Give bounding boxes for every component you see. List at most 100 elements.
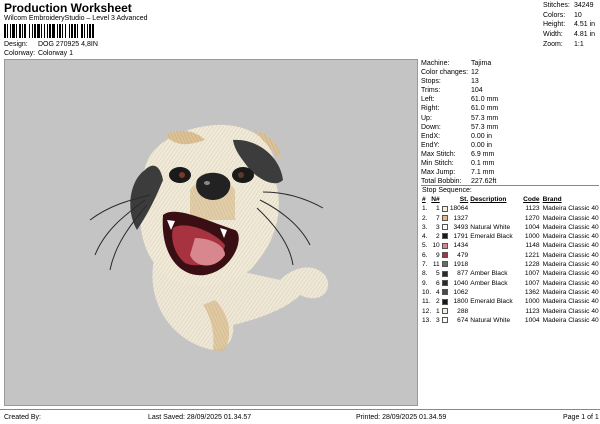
colorway-value: Colorway 1	[37, 50, 73, 57]
color-swatch-cell	[441, 241, 450, 250]
machine-info-value: 61.0 mm	[471, 96, 499, 104]
thread-description	[470, 251, 522, 260]
row-number: 1.	[422, 205, 428, 213]
machine-info-label: Up:	[421, 114, 432, 122]
machine-info-label: EndX:	[421, 132, 441, 140]
thread-code: 1362	[524, 288, 540, 296]
needle-number: 11	[432, 261, 440, 269]
row-number: 5.	[422, 242, 428, 250]
stitch-count: 1800	[453, 298, 469, 306]
needle-number: 6	[436, 279, 440, 287]
stat-value: 1:1	[574, 40, 584, 48]
col-header-needle: N#	[431, 196, 440, 203]
thread-description	[470, 241, 522, 250]
table-row: 1. 1 18064 1123 Madeira Classic 40	[421, 204, 599, 213]
design-preview-canvas	[4, 59, 418, 406]
panel-divider	[421, 185, 599, 186]
stitch-count: 674	[457, 316, 469, 324]
stitch-count: 877	[457, 270, 469, 278]
colorway-row: Colorway: Colorway 1	[4, 50, 73, 57]
machine-info-row: Max Stitch: 6.9 mm	[421, 150, 599, 159]
machine-info-row: Left: 61.0 mm	[421, 95, 599, 104]
machine-info-row: Trims: 104	[421, 86, 599, 95]
stitch-count: 479	[457, 251, 469, 259]
col-header-code: Code	[523, 196, 540, 203]
machine-info-label: Trims:	[421, 87, 441, 95]
color-swatch	[441, 307, 448, 314]
table-row: 3. 3 3493 Natural White 1004 Madeira Classic …	[421, 223, 599, 232]
machine-info-value: Tajima	[471, 60, 492, 67]
machine-info-label: Stops:	[421, 78, 441, 86]
design-row: Design: DOG 270925 4,8IN	[4, 41, 98, 48]
machine-info-label: Left:	[421, 96, 435, 104]
color-swatch	[441, 279, 448, 286]
row-number: 2.	[422, 214, 428, 222]
thread-brand: Madeira Classic 40	[542, 270, 599, 278]
thread-brand: Madeira Classic 40	[542, 223, 599, 231]
worksheet-header: Production Worksheet Wilcom EmbroiderySt…	[0, 0, 600, 58]
thread-brand: Madeira Classic 40	[542, 261, 599, 269]
machine-info-value: 7.1 mm	[471, 169, 495, 177]
created-by: Created By:	[4, 414, 41, 421]
needle-number: 5	[436, 270, 440, 278]
row-number: 9.	[422, 279, 428, 287]
color-swatch-cell	[441, 307, 450, 316]
thread-code: 1228	[524, 261, 540, 269]
row-number: 8.	[422, 270, 428, 278]
thread-description: Natural White	[470, 223, 511, 231]
color-swatch-cell	[441, 251, 450, 260]
design-value: DOG 270925 4,8IN	[37, 41, 98, 48]
color-swatch	[441, 317, 448, 324]
color-swatch	[441, 252, 448, 259]
table-row: 10. 4 1062 1362 Madeira Classic 40	[421, 288, 599, 297]
stat-row: Stitches: 34249	[543, 2, 599, 12]
thread-brand: Madeira Classic 40	[542, 214, 599, 222]
thread-description: Emerald Black	[470, 298, 513, 306]
stop-sequence-title: Stop Sequence:	[422, 187, 472, 194]
thread-code: 1004	[524, 223, 540, 231]
design-stats: Stitches: 34249 Colors: 10 Height: 4.51 in Wid…	[543, 2, 599, 50]
machine-info-value: 0.1 mm	[471, 160, 495, 168]
color-swatch-cell	[441, 204, 450, 213]
stat-row: Height: 4.51 in	[543, 21, 599, 31]
machine-info-row: Min Stitch: 0.1 mm	[421, 159, 599, 168]
color-swatch-cell	[441, 214, 450, 223]
row-number: 13.	[422, 316, 432, 324]
color-swatch	[441, 214, 448, 221]
thread-brand: Madeira Classic 40	[542, 205, 599, 213]
col-header-stitches: St.	[459, 196, 469, 203]
stat-label: Height:	[543, 21, 566, 29]
thread-code: 1000	[524, 298, 540, 306]
machine-info-value: 13	[471, 78, 479, 86]
dog-embroidery-preview	[89, 124, 329, 352]
row-number: 7.	[422, 261, 428, 269]
color-swatch-cell	[441, 288, 450, 297]
stitch-count: 288	[457, 307, 469, 315]
machine-info-value: 12	[471, 69, 479, 77]
machine-info-label: Down:	[421, 123, 441, 131]
needle-number: 3	[436, 316, 440, 324]
thread-brand: Madeira Classic 40	[542, 279, 599, 287]
thread-brand: Madeira Classic 40	[542, 298, 599, 306]
table-row: 8. 5 877 Amber Black 1007 Madeira Classic 40	[421, 269, 599, 278]
thread-description: Natural White	[470, 316, 511, 324]
thread-brand: Madeira Classic 40	[542, 233, 599, 241]
machine-info-label: Max Stitch:	[421, 150, 456, 158]
printed-date: Printed: 28/09/2025 01.34.59	[356, 414, 447, 421]
page-number: Page 1 of 1	[563, 414, 599, 421]
worksheet-footer: Created By: Last Saved: 28/09/2025 01.34…	[0, 409, 600, 424]
software-subtitle: Wilcom EmbroideryStudio – Level 3 Advanc…	[4, 15, 148, 22]
thread-code: 1004	[524, 316, 540, 324]
row-number: 6.	[422, 251, 428, 259]
table-row: 2. 7 1327 1270 Madeira Classic 40	[421, 214, 599, 223]
machine-info-label: Max Jump:	[421, 169, 456, 177]
machine-info-value: 6.9 mm	[471, 150, 495, 158]
row-number: 12.	[422, 307, 432, 315]
stat-label: Colors:	[543, 11, 566, 19]
table-row: 12. 1 288 1123 Madeira Classic 40	[421, 307, 599, 316]
color-swatch-cell	[441, 316, 450, 325]
thread-code: 1007	[524, 279, 540, 287]
machine-info-label: EndY:	[421, 141, 440, 149]
needle-number: 1	[436, 307, 440, 315]
barcode-image	[4, 24, 94, 38]
